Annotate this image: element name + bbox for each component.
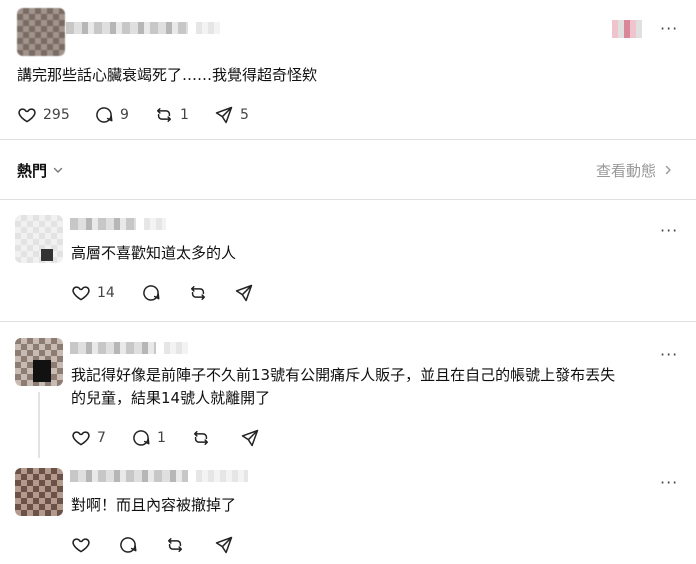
post-time-redacted <box>196 22 220 34</box>
comment-reply-button[interactable] <box>118 534 138 556</box>
comment-more-button[interactable]: ··· <box>660 475 678 491</box>
sort-dropdown[interactable]: 熱門 <box>17 159 64 181</box>
comment-author-redacted[interactable] <box>70 470 188 482</box>
share-icon <box>241 429 259 447</box>
comment-share-button[interactable] <box>234 282 254 304</box>
comment-like-button[interactable]: 7 <box>71 427 106 449</box>
comment-repost-button[interactable] <box>188 282 208 304</box>
post-repost-count: 1 <box>180 107 189 123</box>
comment-repost-button[interactable] <box>191 427 211 449</box>
repost-icon <box>168 538 182 552</box>
comment-time-redacted <box>196 470 248 482</box>
comment-more-button[interactable]: ··· <box>660 223 678 239</box>
repost-icon <box>194 431 208 445</box>
comment-share-button[interactable] <box>240 427 260 449</box>
comment-text: 高層不喜歡知道太多的人 <box>71 244 237 262</box>
view-activity-link[interactable]: 查看動態 <box>596 159 674 181</box>
comment-time-redacted <box>164 342 188 354</box>
chevron-down-icon <box>53 167 63 173</box>
share-icon <box>235 284 253 302</box>
comment-reply-button[interactable]: 1 <box>131 427 166 449</box>
comment-repost-button[interactable] <box>165 534 185 556</box>
author-avatar[interactable] <box>17 8 65 56</box>
redacted-badge <box>612 20 642 38</box>
comment-icon <box>143 285 160 301</box>
comment-avatar[interactable] <box>15 215 63 263</box>
share-icon <box>215 536 233 554</box>
view-activity-label: 查看動態 <box>596 161 657 180</box>
comment-more-button[interactable]: ··· <box>660 347 678 363</box>
divider <box>0 139 696 140</box>
comment-author-redacted[interactable] <box>70 342 156 354</box>
divider <box>0 199 696 200</box>
heart-icon <box>18 108 36 123</box>
comment-icon <box>96 107 113 123</box>
post-share-button[interactable]: 5 <box>214 104 249 126</box>
comment-like-button[interactable]: 14 <box>71 282 115 304</box>
comment-avatar[interactable] <box>15 468 63 516</box>
thread-line <box>38 392 40 458</box>
heart-icon <box>72 286 90 301</box>
post-repost-button[interactable]: 1 <box>154 104 189 126</box>
post-reply-button[interactable]: 9 <box>94 104 129 126</box>
repost-icon <box>191 286 205 300</box>
repost-icon <box>157 108 171 122</box>
comment-reply-count: 1 <box>157 430 166 446</box>
post-reply-count: 9 <box>120 107 129 123</box>
sort-label: 熱門 <box>17 161 48 180</box>
comment-icon <box>133 430 150 446</box>
author-name-redacted[interactable] <box>66 22 188 34</box>
comment-like-count: 14 <box>97 285 115 301</box>
post-like-button[interactable]: 295 <box>17 104 70 126</box>
comment-like-button[interactable] <box>71 534 91 556</box>
comment-time-redacted <box>144 218 166 230</box>
comment-like-count: 7 <box>97 430 106 446</box>
comment-text-line-1: 我記得好像是前陣子不久前13號有公開痛斥人販子，並且在自己的帳號上發布丟失 <box>71 366 616 384</box>
comment-avatar[interactable] <box>15 338 63 386</box>
comment-text-line-2: 的兒童，結果14號人就離開了 <box>71 389 271 407</box>
post-like-count: 295 <box>43 107 70 123</box>
comment-share-button[interactable] <box>214 534 234 556</box>
comment-author-redacted[interactable] <box>70 218 136 230</box>
post-share-count: 5 <box>240 107 249 123</box>
chevron-right-icon <box>665 165 671 175</box>
comment-reply-button[interactable] <box>141 282 161 304</box>
heart-icon <box>72 538 90 553</box>
comment-icon <box>120 537 137 553</box>
divider <box>0 321 696 322</box>
share-icon <box>215 106 233 124</box>
post-text: 講完那些話心臟衰竭死了……我覺得超奇怪欸 <box>17 66 318 84</box>
heart-icon <box>72 431 90 446</box>
comment-text: 對啊！而且內容被撤掉了 <box>71 496 237 514</box>
post-more-button[interactable]: ··· <box>660 21 678 37</box>
